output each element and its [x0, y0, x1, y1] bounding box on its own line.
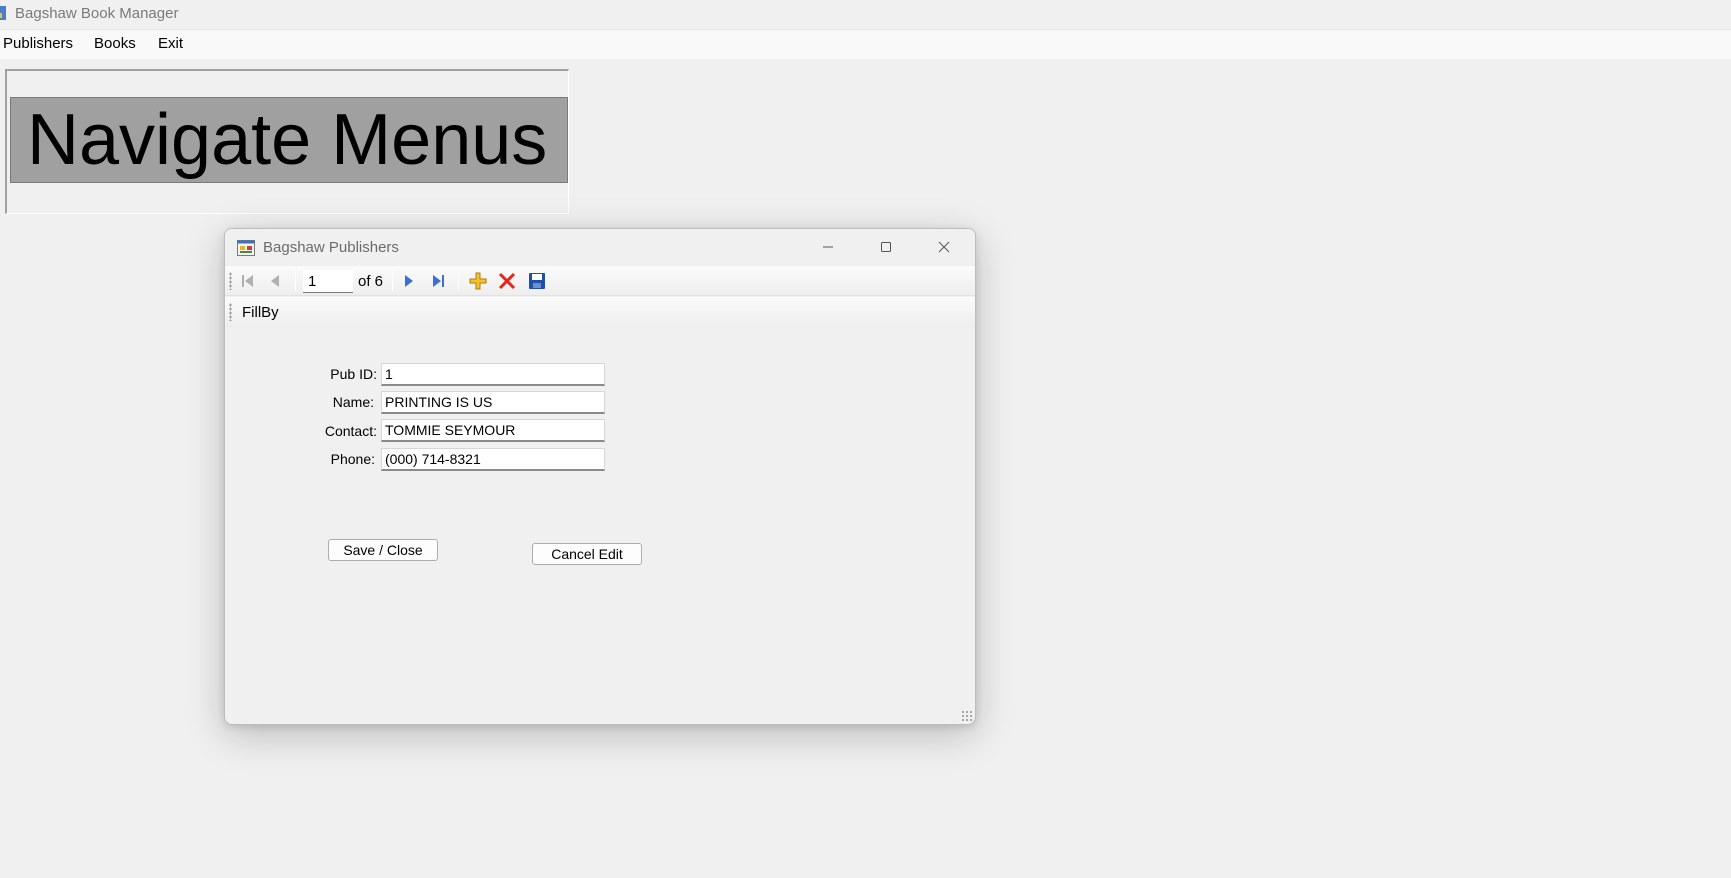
toolbar-separator: [458, 271, 459, 291]
contact-field[interactable]: [381, 419, 605, 442]
main-title-bar: Bagshaw Book Manager: [0, 0, 1731, 28]
pub-id-label: Pub ID:: [330, 366, 377, 382]
save-icon: [529, 273, 545, 289]
move-first-button[interactable]: [237, 270, 259, 292]
toolbar-separator: [295, 271, 296, 291]
binding-navigator: of 6: [225, 266, 975, 296]
contact-label: Contact:: [324, 423, 377, 439]
name-field[interactable]: [381, 391, 605, 414]
delete-icon: [498, 272, 516, 290]
phone-label: Phone:: [330, 451, 375, 467]
position-input[interactable]: [303, 270, 353, 293]
form-icon: [237, 240, 255, 256]
add-new-icon: [469, 272, 487, 290]
publishers-window-title: Bagshaw Publishers: [263, 239, 399, 256]
menu-publishers[interactable]: Publishers: [3, 35, 73, 52]
toolbar-separator: [392, 271, 393, 291]
count-label: of 6: [358, 273, 384, 290]
add-new-button[interactable]: [467, 270, 489, 292]
save-close-button[interactable]: Save / Close: [328, 539, 438, 561]
resize-grip[interactable]: [961, 710, 973, 722]
app-icon: [0, 6, 6, 20]
menu-books[interactable]: Books: [94, 35, 136, 52]
minimize-icon: [823, 246, 833, 248]
delete-button[interactable]: [496, 270, 518, 292]
main-window-title: Bagshaw Book Manager: [15, 5, 179, 22]
pub-id-field[interactable]: [381, 363, 605, 386]
fillby-button[interactable]: FillBy: [242, 304, 279, 321]
save-button[interactable]: [526, 270, 548, 292]
toolbar-grip[interactable]: [229, 272, 232, 290]
move-last-icon: [433, 275, 444, 287]
move-next-button[interactable]: [398, 270, 420, 292]
close-button[interactable]: [921, 233, 967, 261]
close-icon: [938, 241, 950, 253]
navigate-menus-label: Navigate Menus: [10, 97, 568, 183]
phone-field[interactable]: [381, 448, 605, 471]
cancel-edit-button[interactable]: Cancel Edit: [532, 543, 642, 565]
navigate-panel: Navigate Menus: [5, 69, 569, 214]
publishers-title-bar[interactable]: Bagshaw Publishers: [225, 229, 975, 265]
move-previous-button[interactable]: [264, 270, 286, 292]
name-label: Name:: [332, 394, 374, 410]
maximize-icon: [881, 242, 891, 252]
toolbar-grip[interactable]: [229, 303, 232, 321]
menu-bar: Publishers Books Exit: [0, 29, 1731, 59]
menu-exit[interactable]: Exit: [158, 35, 183, 52]
maximize-button[interactable]: [863, 233, 909, 261]
move-next-icon: [405, 275, 413, 287]
move-first-icon: [242, 275, 253, 287]
minimize-button[interactable]: [805, 233, 851, 261]
move-last-button[interactable]: [427, 270, 449, 292]
move-previous-icon: [271, 275, 279, 287]
publishers-window: Bagshaw Publishers of 6: [224, 228, 976, 725]
fillby-toolbar: FillBy: [225, 297, 975, 327]
